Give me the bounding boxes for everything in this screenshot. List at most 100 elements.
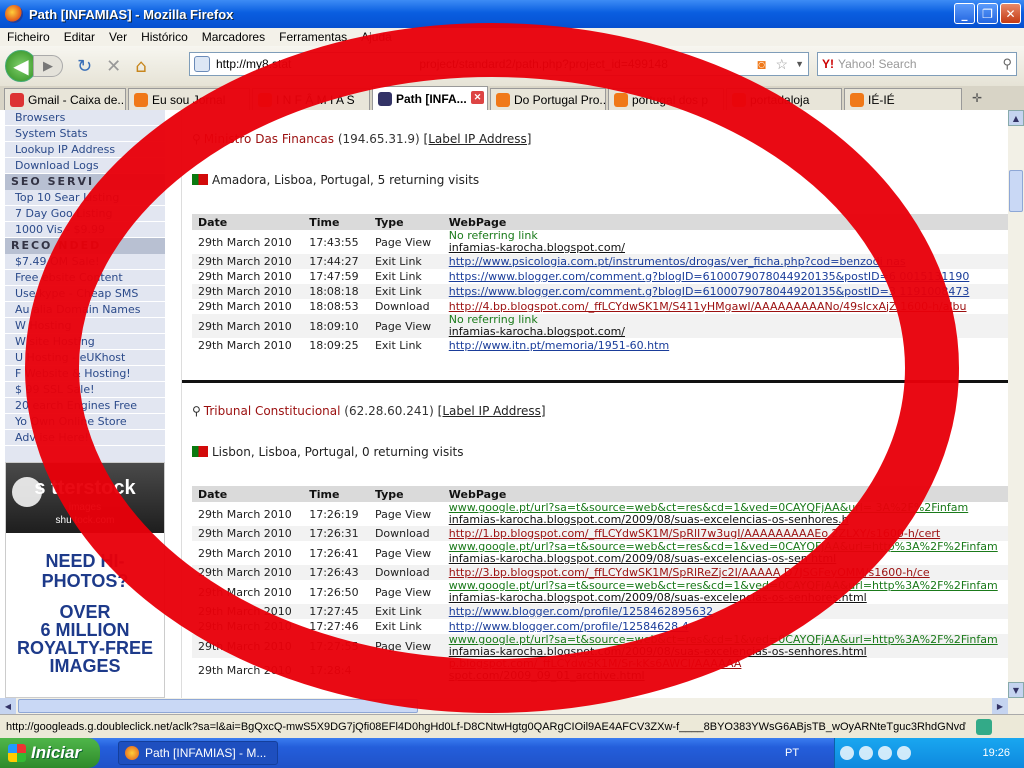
vertical-scrollbar[interactable]: ▲ ▼	[1008, 110, 1024, 698]
tab-3[interactable]: Path [INFA... ✕	[372, 86, 488, 110]
menu-editar[interactable]: Editar	[64, 30, 95, 44]
webpage-link[interactable]: http://1.bp.blogspot.com/_ffLCYdwSK1M/Sp…	[449, 527, 1008, 540]
column-header: Type	[368, 214, 443, 230]
row-webpage: http://3.bp.blogspot.com/_ffLCYdwSK1M/Sp…	[442, 565, 1008, 580]
menu-historico[interactable]: Histórico	[141, 30, 188, 44]
sidebar-link[interactable]: $7.49 OM Sale!	[5, 254, 165, 270]
sidebar-link[interactable]: $ 99 SSL Sale!	[5, 382, 165, 398]
sidebar-link[interactable]: System Stats	[5, 126, 165, 142]
webpage-link[interactable]: infamias-karocha.blogspot.com/2009/08/su…	[449, 646, 1008, 658]
new-tab-icon[interactable]: ✛	[972, 91, 982, 105]
tab-0[interactable]: Gmail - Caixa de...	[4, 88, 126, 110]
tray-volume-icon[interactable]	[878, 746, 892, 760]
table-header-row: Date Time Type WebPage	[192, 486, 1008, 502]
forward-button[interactable]: ▶	[33, 55, 63, 77]
menu-ajuda[interactable]: Ajuda	[361, 30, 392, 44]
webpage-link[interactable]: http://3.bp.blogspot.com/_ffLCYdwSK1M/Sp…	[449, 566, 1008, 579]
visitor-name[interactable]: Tribunal Constitucional	[204, 404, 341, 418]
sidebar-link[interactable]: 20 earch Engines Free	[5, 398, 165, 414]
visitor-name[interactable]: Ministro Das Financas	[204, 132, 334, 146]
webpage-link[interactable]: http://www.blogger.com/profile/125846289…	[449, 605, 1008, 618]
addon-status-icon[interactable]	[976, 718, 992, 735]
sidebar-link[interactable]: Yo Own Online Store	[5, 414, 165, 430]
scroll-left-arrow-icon[interactable]: ◀	[0, 698, 16, 714]
webpage-link[interactable]: infamias-karocha.blogspot.com/2009/08/su…	[449, 553, 1008, 565]
search-placeholder: Yahoo! Search	[838, 57, 917, 71]
webpage-link[interactable]: https://www.blogger.com/comment.g?blogID…	[449, 270, 1008, 283]
window-titlebar[interactable]: Path [INFAMIAS] - Mozilla Firefox _ ❐ ✕	[0, 0, 1024, 28]
sidebar-link[interactable]: Adv ise Here!	[5, 430, 165, 446]
sidebar-link[interactable]: Free ebsite Content	[5, 270, 165, 286]
search-bar[interactable]: Y! Yahoo! Search ⚲	[817, 52, 1017, 76]
tab-7[interactable]: IÉ-IÉ	[844, 88, 962, 110]
webpage-link[interactable]: http://www.blogger.com/profile/12584628 …	[449, 620, 1008, 633]
menu-ver[interactable]: Ver	[109, 30, 127, 44]
sidebar-link[interactable]: W Hosting	[5, 318, 165, 334]
reload-icon[interactable]: ↻	[77, 56, 92, 77]
sidebar-link[interactable]: Use kype - Cheap SMS	[5, 286, 165, 302]
tab-5[interactable]: portugal dos p	[608, 88, 724, 110]
portugal-flag-icon	[192, 446, 208, 457]
webpage-link[interactable]: http://4.bp.blogspot.com/_ffLCYdwSK1M/S4…	[449, 300, 1008, 313]
row-webpage: www.google.pt/url?sa=t&source=web&ct=res…	[442, 634, 1008, 658]
webpage-link[interactable]: infamias-karocha.blogspot.com/2009/08/su…	[449, 514, 1008, 526]
sidebar-link[interactable]: Lookup IP Address	[5, 142, 165, 158]
webpage-link[interactable]: infamias-karocha.blogspot.com/	[449, 326, 1008, 338]
webpage-link[interactable]: spot.com/2009_09_01_archive.html	[449, 670, 1008, 682]
sidebar-link[interactable]: Download Logs	[5, 158, 165, 174]
sidebar-link[interactable]: Au alia Domain Names	[5, 302, 165, 318]
sidebar-link[interactable]: U Hosting - eUKhost	[5, 350, 165, 366]
webpage-link[interactable]: infamias-karocha.blogspot.com/2009/08/su…	[449, 592, 1008, 604]
address-bar[interactable]: http://my8.stat project/standard2/path.p…	[189, 52, 809, 76]
tray-help-icon[interactable]	[840, 746, 854, 760]
minimize-button[interactable]: _	[954, 3, 975, 24]
tab-2[interactable]: I N F Â M I A S	[252, 88, 370, 110]
tab-4[interactable]: Do Portugal Pro...	[490, 88, 606, 110]
menu-marcadores[interactable]: Marcadores	[202, 30, 265, 44]
start-button[interactable]: Iniciar	[0, 738, 100, 768]
rss-feed-icon[interactable]: ◙	[758, 56, 766, 72]
webpage-link[interactable]: infamias-karocha.blogspot.com/	[449, 242, 1008, 254]
tab-6[interactable]: portadaloja	[726, 88, 842, 110]
tab-favicon-icon	[850, 92, 864, 107]
bookmark-star-icon[interactable]: ☆	[775, 56, 788, 73]
tab-1[interactable]: Eu sou Jornal	[128, 88, 250, 110]
row-type: Page View	[368, 634, 443, 658]
table-row: 29th March 2010 17:26:43 Download http://3.…	[192, 565, 1008, 580]
menu-ficheiro[interactable]: Ficheiro	[7, 30, 50, 44]
shutterstock-ad[interactable]: s tterstock images shu tock.com NEED HI- PH…	[5, 462, 165, 698]
webpage-link[interactable]: https://www.blogger.com/comment.g?blogID…	[449, 285, 1008, 298]
sidebar-link[interactable]: 1000 Vis - $9.99	[5, 222, 165, 238]
sidebar-link[interactable]: Browsers	[5, 110, 165, 126]
vertical-scroll-thumb[interactable]	[1009, 170, 1023, 212]
tray-security-icon[interactable]	[897, 746, 911, 760]
tab-close-icon[interactable]: ✕	[471, 91, 484, 104]
webpage-link[interactable]: http://www.itn.pt/memoria/1951-60.htm	[449, 339, 1008, 352]
label-ip-link[interactable]: [Label IP Address]	[438, 404, 546, 418]
search-icon[interactable]: ⚲	[1002, 56, 1012, 72]
yahoo-icon[interactable]: Y!	[822, 57, 834, 71]
webpage-link[interactable]: http://www.psicologia.com.pt/instrumento…	[449, 255, 1008, 268]
taskbar-item-firefox[interactable]: Path [INFAMIAS] - M...	[118, 741, 278, 765]
scroll-right-arrow-icon[interactable]: ▶	[992, 698, 1008, 714]
sidebar-link[interactable]: Top 10 Sear Listing	[5, 190, 165, 206]
tray-network-icon[interactable]	[859, 746, 873, 760]
close-button[interactable]: ✕	[1000, 3, 1021, 24]
scroll-up-arrow-icon[interactable]: ▲	[1008, 110, 1024, 126]
maximize-button[interactable]: ❐	[977, 3, 998, 24]
menu-ferramentas[interactable]: Ferramentas	[279, 30, 347, 44]
section-divider	[182, 380, 1008, 383]
sidebar-link[interactable]: W site Hosting	[5, 334, 165, 350]
site-identity-icon[interactable]	[194, 56, 210, 72]
sidebar-link[interactable]: 7 Day Goo Listing	[5, 206, 165, 222]
language-indicator[interactable]: PT	[785, 747, 799, 759]
home-icon[interactable]: ⌂	[135, 56, 146, 77]
sidebar-link[interactable]: F Website & Hosting!	[5, 366, 165, 382]
label-ip-link[interactable]: [Label IP Address]	[424, 132, 532, 146]
horizontal-scroll-thumb[interactable]	[18, 699, 418, 713]
stop-icon[interactable]: ✕	[106, 56, 121, 77]
tab-favicon-icon	[732, 92, 746, 107]
url-dropdown-icon[interactable]: ▼	[795, 59, 804, 69]
horizontal-scrollbar[interactable]: ◀ ▶	[0, 698, 1024, 714]
scroll-down-arrow-icon[interactable]: ▼	[1008, 682, 1024, 698]
